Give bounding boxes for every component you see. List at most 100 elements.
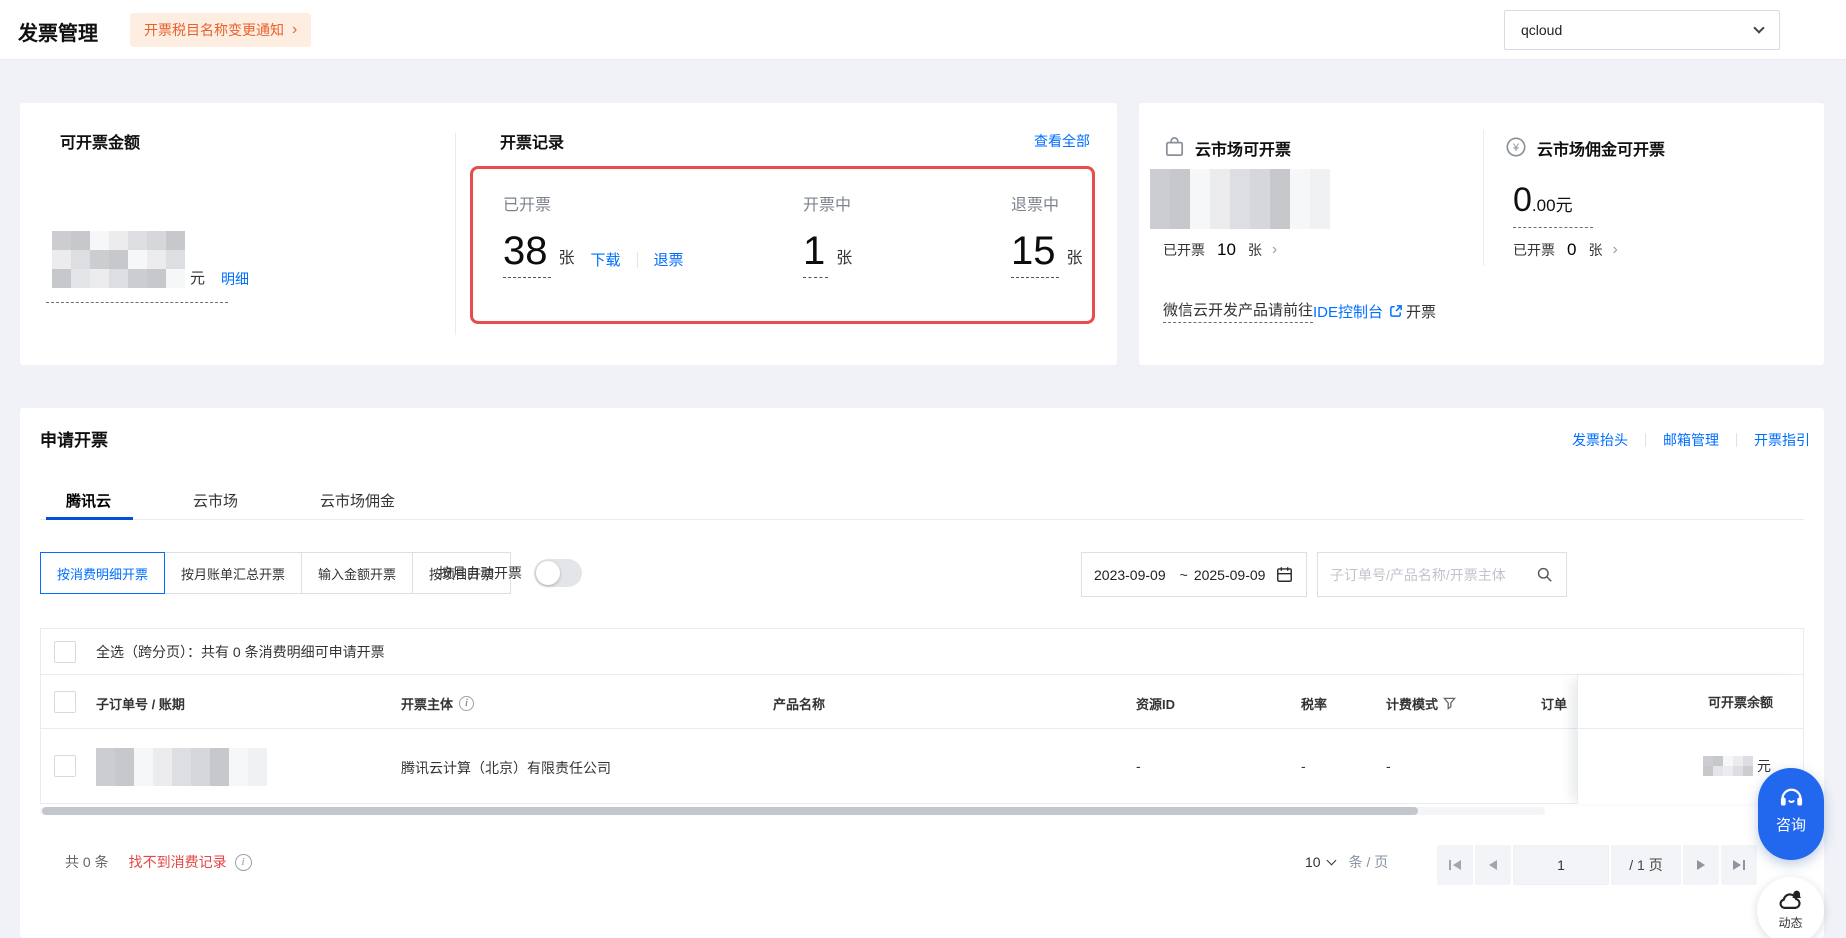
page-size-suffix: 条 / 页 [1349, 852, 1389, 872]
no-records-link[interactable]: 找不到消费记录 [129, 852, 227, 872]
consumption-table: 全选（跨分页）：共有 0 条消费明细可申请开票 子订单号 / 账期 开票主体 i… [40, 628, 1804, 804]
col-tax-rate: 税率 [1301, 694, 1327, 713]
search-box [1317, 552, 1567, 597]
invoice-header-link[interactable]: 发票抬头 [1572, 430, 1628, 450]
yuan-circle-icon: ¥ [1505, 136, 1527, 163]
current-page-input[interactable]: 1 [1513, 845, 1609, 885]
card-divider [455, 133, 456, 335]
filter-funnel-icon[interactable] [1443, 697, 1456, 710]
view-all-link[interactable]: 查看全部 [1034, 131, 1090, 151]
stat-unit: 张 [1067, 244, 1083, 268]
table-row[interactable]: 腾讯云计算（北京）有限责任公司 - - - [40, 729, 1804, 804]
stat-refunding: 退票中 15 张 [1011, 191, 1083, 278]
card-divider [1483, 130, 1484, 266]
issued-unit: 张 [1588, 240, 1602, 260]
prev-page-button[interactable] [1475, 845, 1511, 885]
page-size-selector[interactable]: 10 条 / 页 [1305, 852, 1388, 872]
redacted-suborder-id [96, 748, 267, 786]
note-text: 微信云开发产品请前往 [1163, 299, 1313, 323]
refund-link[interactable]: 退票 [654, 253, 684, 268]
link-separator [637, 252, 638, 268]
toggle-knob [536, 561, 560, 585]
date-range-picker[interactable]: 2023-09-09 ~ 2025-09-09 [1081, 552, 1307, 597]
stat-issuing: 开票中 1 张 [803, 191, 852, 278]
cell-resource-id: - [1136, 758, 1141, 774]
auto-invoice-label: 按月自动开票 [438, 563, 522, 583]
market-issued-row[interactable]: 已开票 10 张 › [1163, 240, 1277, 260]
select-all-label: 全选（跨分页）：共有 0 条消费明细可申请开票 [96, 642, 385, 662]
page-size-value: 10 [1305, 854, 1321, 870]
page-title: 发票管理 [18, 17, 98, 46]
account-selector-value: qcloud [1521, 22, 1562, 38]
activity-floating-button[interactable]: 动态 [1757, 877, 1824, 938]
header-checkbox[interactable] [54, 691, 76, 713]
commission-amount: 0 .00 元 [1513, 183, 1573, 217]
top-bar: 发票管理 开票税目名称变更通知 › qcloud [0, 0, 1846, 60]
download-link[interactable]: 下载 [591, 253, 621, 268]
dashed-underline [46, 302, 228, 303]
search-input[interactable] [1330, 567, 1535, 583]
cell-billing-mode: - [1386, 758, 1391, 774]
tab-market-commission[interactable]: 云市场佣金 [320, 478, 395, 519]
account-selector[interactable]: qcloud [1504, 10, 1780, 50]
invoice-management-page: 发票管理 开票税目名称变更通知 › qcloud 可开票金额 元 明细 开票记录… [0, 0, 1846, 938]
svg-text:¥: ¥ [1512, 142, 1520, 154]
auto-invoice-toggle[interactable] [534, 559, 582, 587]
calendar-icon [1275, 565, 1294, 584]
chevron-right-icon: › [1272, 241, 1277, 259]
commission-issued-row[interactable]: 已开票 0 张 › [1513, 240, 1618, 260]
stat-value: 15 [1011, 231, 1059, 278]
chevron-right-icon: › [1612, 241, 1617, 259]
issued-label: 已开票 [1513, 240, 1555, 260]
wechat-ide-note: 微信云开发产品请前往 IDE控制台 开票 [1163, 299, 1436, 323]
mode-by-amount-button[interactable]: 输入金额开票 [301, 552, 413, 594]
stat-issued: 已开票 38 张 下载 退票 [503, 191, 684, 278]
invoice-guide-link[interactable]: 开票指引 [1754, 430, 1810, 450]
mode-by-detail-button[interactable]: 按消费明细开票 [40, 552, 165, 594]
tab-tencent-cloud[interactable]: 腾讯云 [66, 478, 111, 519]
market-card: 云市场可开票 已开票 10 张 › 微信云开发产品请前往 IDE控制台 开票 ¥… [1139, 103, 1824, 365]
cell-invoice-entity: 腾讯云计算（北京）有限责任公司 [401, 758, 611, 778]
select-all-checkbox[interactable] [54, 641, 76, 663]
highlight-red-box: 已开票 38 张 下载 退票 开票中 1 张 退票中 15 [470, 166, 1095, 324]
total-pages-label: / 1 页 [1611, 845, 1681, 885]
horizontal-scrollbar-track[interactable] [40, 807, 1545, 815]
row-checkbox[interactable] [54, 755, 76, 777]
info-icon[interactable]: i [459, 696, 474, 711]
last-page-button[interactable] [1721, 845, 1757, 885]
headset-icon [1778, 784, 1805, 809]
col-suborder-period: 子订单号 / 账期 [96, 694, 185, 713]
next-page-button[interactable] [1683, 845, 1719, 885]
mode-by-monthly-bill-button[interactable]: 按月账单汇总开票 [164, 552, 302, 594]
issued-unit: 张 [1248, 240, 1262, 260]
cell-tax-rate: - [1301, 758, 1306, 774]
panel-links: 发票抬头 邮箱管理 开票指引 [1572, 430, 1810, 450]
mailbox-management-link[interactable]: 邮箱管理 [1663, 430, 1719, 450]
info-icon[interactable]: i [235, 854, 252, 871]
search-icon[interactable] [1535, 565, 1554, 584]
ide-console-link[interactable]: IDE控制台 [1313, 301, 1383, 322]
date-separator: ~ [1180, 567, 1188, 583]
stat-label: 退票中 [1011, 191, 1083, 215]
note-suffix: 开票 [1406, 301, 1436, 322]
col-invoice-entity: 开票主体 i [401, 694, 474, 713]
invoiceable-amount-title: 可开票金额 [60, 129, 140, 153]
amount-unit: 元 [1556, 191, 1573, 216]
select-all-bar: 全选（跨分页）：共有 0 条消费明细可申请开票 [40, 628, 1804, 675]
consult-floating-button[interactable]: 咨询 [1758, 768, 1824, 860]
col-label: 开票主体 [401, 694, 453, 713]
amount-detail-link[interactable]: 明细 [221, 272, 249, 288]
col-label: 计费模式 [1386, 694, 1438, 713]
tab-cloud-market[interactable]: 云市场 [193, 478, 238, 519]
horizontal-scrollbar-thumb[interactable] [42, 807, 1418, 815]
col-billing-mode: 计费模式 [1386, 694, 1456, 713]
market-invoiceable-title: 云市场可开票 [1195, 136, 1291, 160]
tax-notice-banner[interactable]: 开票税目名称变更通知 › [130, 13, 311, 47]
first-page-button[interactable] [1437, 845, 1473, 885]
stat-unit: 张 [836, 244, 852, 268]
col-invoiceable-balance: 可开票余额 [1578, 675, 1803, 729]
stat-label: 开票中 [803, 191, 852, 215]
source-tabs: 腾讯云 云市场 云市场佣金 [40, 478, 1804, 520]
amount-decimal: .00 [1532, 196, 1556, 216]
auto-invoice-control: 按月自动开票 [438, 552, 582, 594]
